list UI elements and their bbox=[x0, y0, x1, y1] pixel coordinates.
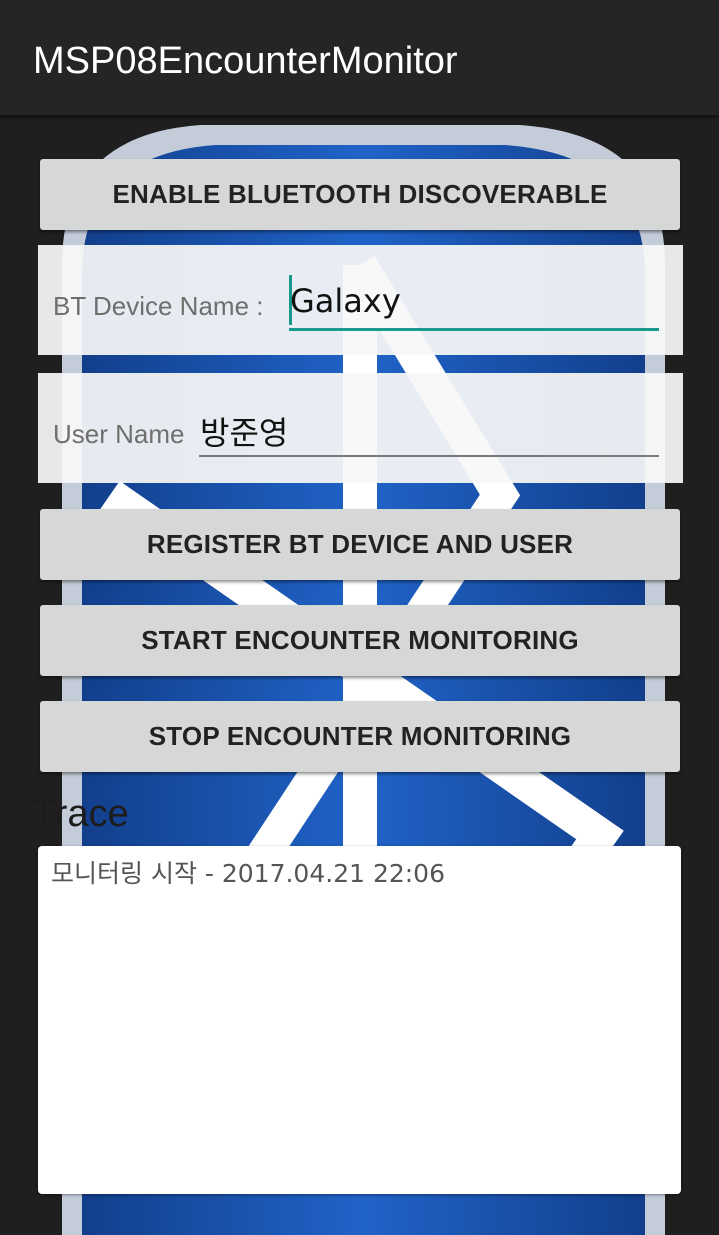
stop-monitoring-button[interactable]: STOP ENCOUNTER MONITORING bbox=[40, 701, 680, 772]
app-title: MSP08EncounterMonitor bbox=[33, 40, 458, 82]
device-name-underline bbox=[289, 328, 659, 331]
trace-log[interactable]: 모니터링 시작 - 2017.04.21 22:06 bbox=[38, 846, 681, 1194]
device-name-input[interactable] bbox=[290, 275, 658, 327]
trace-entry: 모니터링 시작 - 2017.04.21 22:06 bbox=[51, 859, 445, 888]
enable-bluetooth-discoverable-button[interactable]: ENABLE BLUETOOTH DISCOVERABLE bbox=[40, 159, 680, 230]
user-name-label: User Name bbox=[53, 419, 185, 449]
user-name-underline bbox=[199, 455, 659, 457]
trace-label: Trace bbox=[33, 793, 129, 835]
main-content: ENABLE BLUETOOTH DISCOVERABLE BT Device … bbox=[0, 115, 719, 1235]
start-monitoring-button[interactable]: START ENCOUNTER MONITORING bbox=[40, 605, 680, 676]
user-name-input[interactable] bbox=[200, 407, 658, 455]
device-name-row: BT Device Name : bbox=[38, 245, 683, 355]
app-bar: MSP08EncounterMonitor bbox=[0, 0, 719, 115]
user-name-row: User Name bbox=[38, 373, 683, 483]
register-device-user-button[interactable]: REGISTER BT DEVICE AND USER bbox=[40, 509, 680, 580]
device-name-label: BT Device Name : bbox=[53, 291, 264, 321]
